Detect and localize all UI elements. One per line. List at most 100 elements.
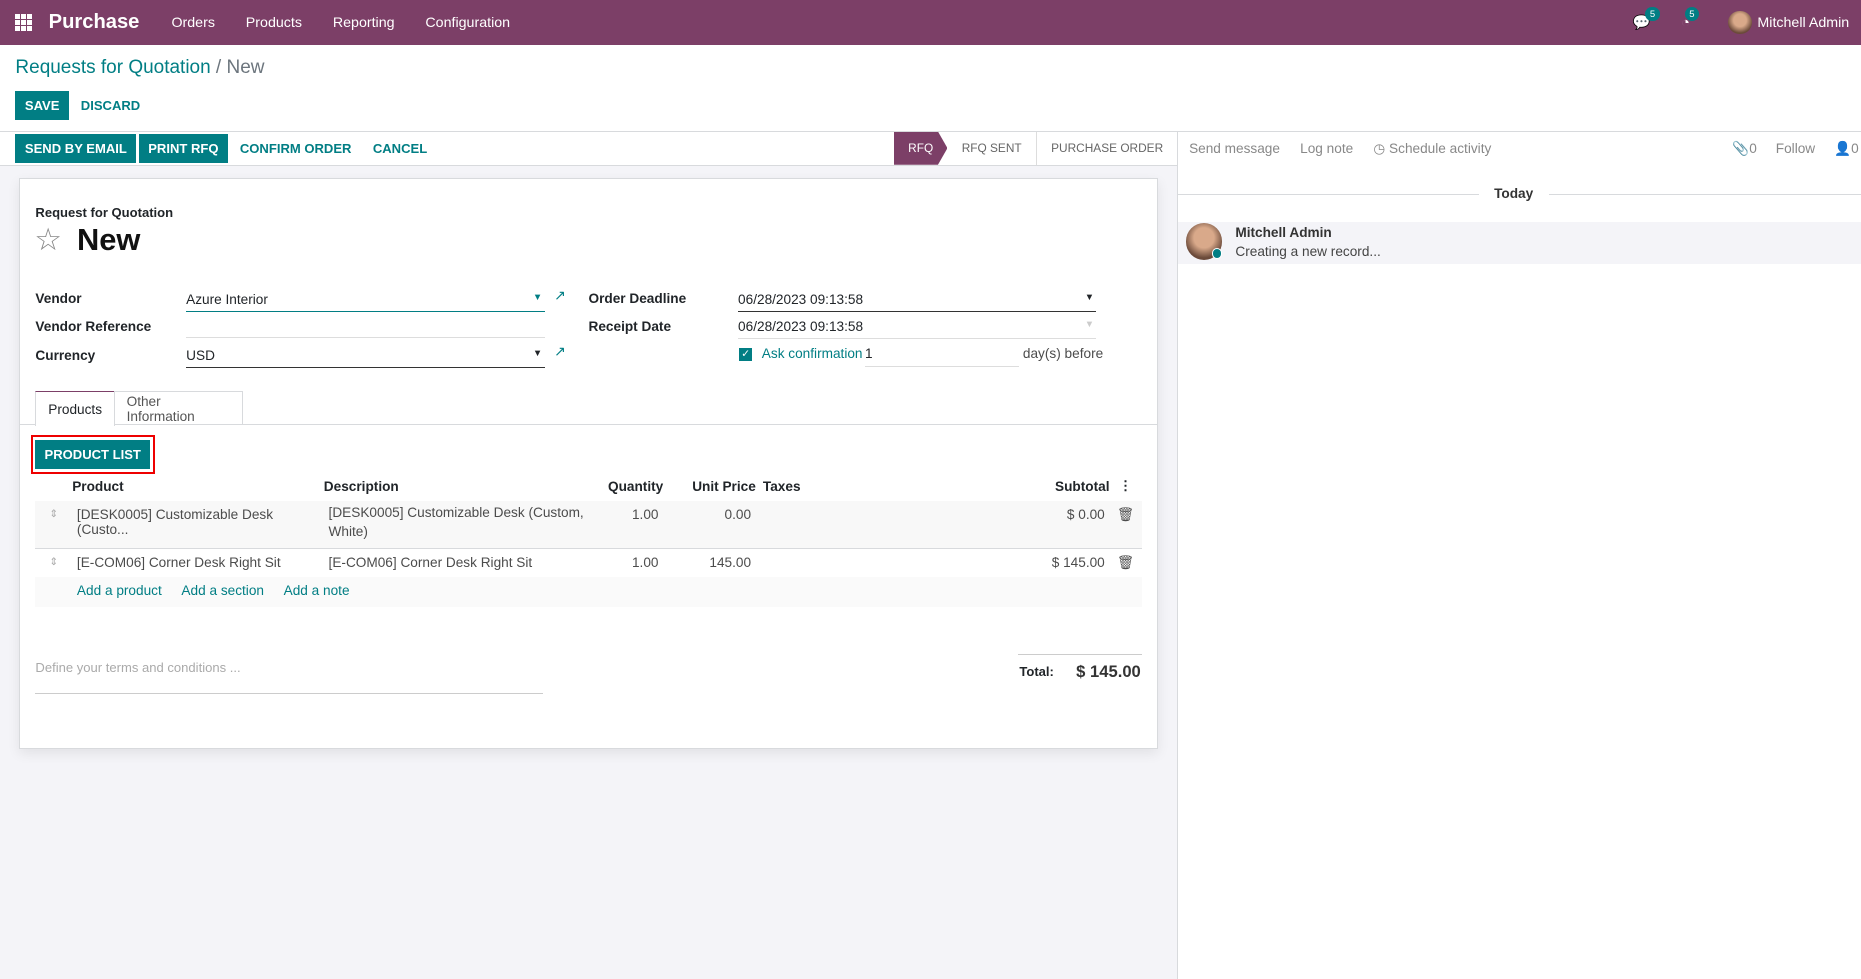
stage-rfq-sent[interactable]: RFQ Sent [947,131,1037,165]
order-deadline-value: 06/28/2023 09:13:58 [738,291,864,307]
header-taxes[interactable]: Taxes [756,472,1003,500]
statusbar: Send by Email Print RFQ Confirm Order Ca… [0,130,1178,167]
currency-label: Currency [35,347,96,363]
discard-button[interactable]: Discard [71,91,149,119]
line-quantity[interactable]: 1.00 [590,549,664,577]
header-description[interactable]: Description [324,472,590,500]
header-unit-price[interactable]: Unit Price [663,472,756,500]
activities-icon[interactable]: ◔ 5 [1681,7,1700,31]
vendor-value: Azure Interior [186,291,268,307]
record-title: New [76,221,141,257]
message-item: Mitchell Admin Creating a new record... [1178,221,1861,265]
line-unit-price[interactable]: 145.00 [663,549,756,577]
menu-configuration[interactable]: Configuration [425,15,510,31]
vendor-reference-label: Vendor Reference [35,319,152,335]
activities-badge: 5 [1684,7,1700,21]
product-list-button[interactable]: Product List [35,439,151,470]
clock-icon: ◷ [1373,141,1390,157]
breadcrumb-current: New [226,56,265,78]
vendor-field[interactable]: Azure Interior ▼ [186,288,545,312]
form-subtitle: Request for Quotation [35,205,174,221]
send-message-button[interactable]: Send message [1189,141,1280,157]
followers-button[interactable]: 👤0 [1834,141,1859,157]
user-menu[interactable]: Mitchell Admin [1727,10,1850,35]
line-product[interactable]: [DESK0005] Customizable Desk (Custo... [72,501,324,549]
vendor-reference-field[interactable] [186,314,545,339]
header-quantity[interactable]: Quantity [590,472,663,500]
external-link-icon[interactable]: ↗ [554,288,566,304]
add-product-link[interactable]: Add a product [77,583,162,598]
line-description[interactable]: [E-COM06] Corner Desk Right Sit [324,549,590,577]
add-section-link[interactable]: Add a section [181,583,264,598]
add-note-link[interactable]: Add a note [284,583,350,598]
menu-reporting[interactable]: Reporting [333,15,395,31]
tab-other-information[interactable]: Other Information [113,391,244,425]
send-by-email-button[interactable]: Send by Email [15,134,137,163]
top-navbar: Purchase Orders Products Reporting Confi… [0,0,1861,46]
message-author[interactable]: Mitchell Admin [1235,225,1331,240]
order-deadline-label: Order Deadline [588,290,687,306]
app-name[interactable]: Purchase [49,11,140,34]
ask-days-input[interactable]: 1 [865,343,1020,367]
stage-purchase-order[interactable]: Purchase Order [1037,132,1178,165]
messages-badge: 5 [1645,7,1660,21]
line-taxes[interactable] [756,549,1003,577]
line-unit-price[interactable]: 0.00 [663,501,756,549]
followers-count: 0 [1851,141,1859,157]
messages-icon[interactable]: 💬 5 [1633,7,1660,31]
user-name: Mitchell Admin [1757,14,1850,31]
total-label: Total: [1019,664,1054,680]
line-subtotal: $ 0.00 [1066,506,1105,522]
receipt-date-value: 06/28/2023 09:13:58 [738,319,864,335]
currency-field[interactable]: USD ▼ [186,344,545,368]
user-avatar [1727,10,1752,35]
receipt-date-label: Receipt Date [588,319,672,335]
drag-handle-icon[interactable]: ⇕ [35,549,72,577]
dropdown-icon[interactable]: ▼ [533,348,542,359]
attachments-button[interactable]: 📎0 [1732,141,1757,157]
paperclip-icon: 📎 [1732,141,1750,157]
dropdown-icon[interactable]: ▼ [1085,292,1094,303]
table-row[interactable]: ⇕ [E-COM06] Corner Desk Right Sit [E-COM… [35,549,1141,577]
follow-button[interactable]: Follow [1776,141,1815,157]
delete-icon[interactable]: 🗑 [1110,501,1142,549]
dropdown-icon[interactable]: ▼ [1085,319,1094,330]
star-icon[interactable]: ☆ [34,222,62,258]
print-rfq-button[interactable]: Print RFQ [138,134,229,163]
delete-icon[interactable]: 🗑 [1110,549,1142,577]
attachments-count: 0 [1749,141,1757,157]
terms-input[interactable]: Define your terms and conditions ... [35,651,544,695]
breadcrumb: Requests for Quotation / New [15,56,265,78]
drag-handle-icon[interactable]: ⇕ [35,501,72,549]
external-link-icon[interactable]: ↗ [554,344,566,360]
tab-products[interactable]: Products [35,391,115,426]
menu-products[interactable]: Products [246,15,302,31]
order-deadline-field[interactable]: 06/28/2023 09:13:58 ▼ [738,288,1097,312]
header-subtotal[interactable]: Subtotal [1003,472,1110,500]
table-row[interactable]: ⇕ [DESK0005] Customizable Desk (Custo...… [35,500,1142,549]
line-subtotal: $ 145.00 [1051,555,1105,571]
stage-rfq: RFQ [894,132,948,165]
message-body: Creating a new record... [1235,244,1381,260]
save-button[interactable]: Save [15,91,69,120]
receipt-date-field[interactable]: 06/28/2023 09:13:58 ▼ [738,316,1097,340]
line-product[interactable]: [E-COM06] Corner Desk Right Sit [72,549,324,577]
breadcrumb-parent[interactable]: Requests for Quotation [15,57,210,78]
line-quantity[interactable]: 1.00 [590,501,664,549]
apps-menu-icon[interactable] [15,14,32,31]
line-taxes[interactable] [756,501,1003,549]
log-note-button[interactable]: Log note [1300,141,1353,157]
menu-orders[interactable]: Orders [171,15,215,31]
header-product[interactable]: Product [72,472,324,500]
ask-confirmation-checkbox[interactable]: ✓ [739,347,753,361]
optional-columns-icon[interactable]: ⋮ [1110,472,1142,500]
cancel-button[interactable]: Cancel [363,134,436,162]
schedule-activity-button[interactable]: ◷ Schedule activity [1373,141,1491,157]
days-before-label: day(s) before [1022,346,1104,362]
user-icon: 👤 [1834,141,1852,157]
dropdown-icon[interactable]: ▼ [533,292,542,303]
confirm-order-button[interactable]: Confirm Order [230,134,361,162]
total-value: $ 145.00 [1076,662,1141,682]
line-description[interactable]: [DESK0005] Customizable Desk (Custom, Wh… [324,501,590,549]
date-separator: Today [1478,186,1549,202]
